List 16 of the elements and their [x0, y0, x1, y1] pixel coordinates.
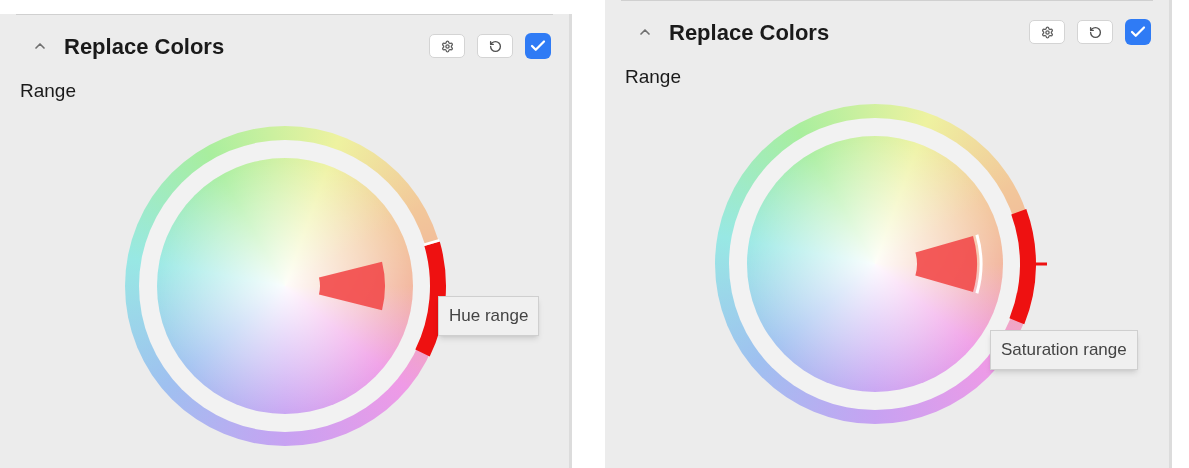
range-label: Range [624, 65, 681, 89]
enable-checkbox[interactable] [525, 33, 551, 59]
tooltip: Saturation range [990, 330, 1138, 370]
reset-button[interactable] [477, 34, 513, 58]
section-title: Replace Colors [64, 32, 225, 61]
reset-icon [488, 39, 502, 53]
settings-icon [440, 39, 454, 53]
enable-checkbox[interactable] [1125, 19, 1151, 45]
reset-button[interactable] [1077, 20, 1113, 44]
settings-icon [1040, 25, 1054, 39]
settings-button[interactable] [429, 34, 465, 58]
settings-button[interactable] [1029, 20, 1065, 44]
reset-icon [1088, 25, 1102, 39]
section-title: Replace Colors [669, 18, 830, 47]
range-label: Range [19, 79, 76, 103]
tooltip: Hue range [438, 296, 540, 336]
